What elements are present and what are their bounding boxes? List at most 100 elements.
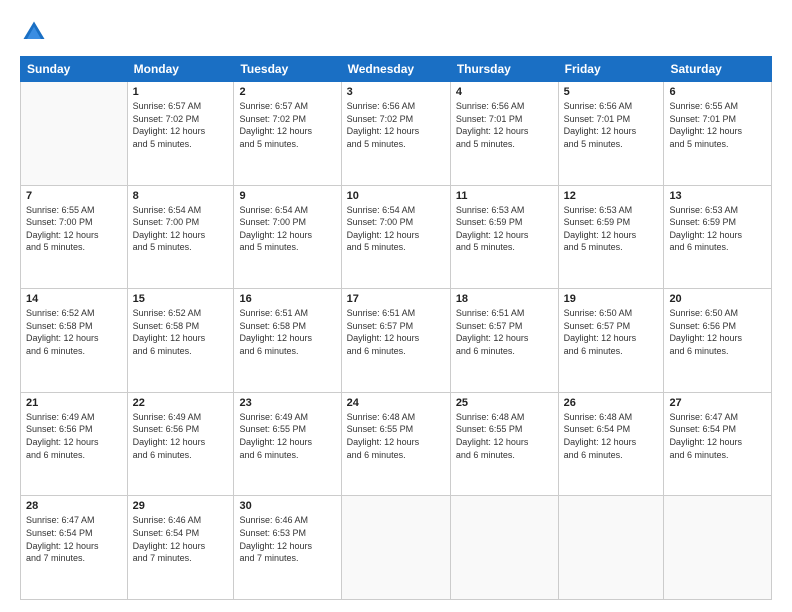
day-info: Sunrise: 6:47 AM Sunset: 6:54 PM Dayligh… — [26, 514, 122, 564]
day-info: Sunrise: 6:48 AM Sunset: 6:55 PM Dayligh… — [347, 411, 445, 461]
day-info: Sunrise: 6:49 AM Sunset: 6:56 PM Dayligh… — [26, 411, 122, 461]
calendar-cell: 20Sunrise: 6:50 AM Sunset: 6:56 PM Dayli… — [664, 289, 772, 393]
day-number: 17 — [347, 293, 445, 305]
calendar-cell: 5 Sunrise: 6:56 AM Sunset: 7:01 PM Daylig… — [558, 82, 664, 186]
day-info: Sunrise: 6:54 AM Sunset: 7:00 PM Dayligh… — [239, 204, 335, 254]
day-number: 7 — [26, 190, 122, 202]
calendar-cell: 9 Sunrise: 6:54 AM Sunset: 7:00 PM Daylig… — [234, 185, 341, 289]
day-number: 18 — [456, 293, 553, 305]
day-number: 15 — [133, 293, 229, 305]
calendar-cell: 28 Sunrise: 6:47 AM Sunset: 6:54 PM Dayli… — [21, 496, 128, 600]
day-number: 1 — [133, 86, 229, 98]
day-info: Sunrise: 6:53 AM Sunset: 6:59 PM Dayligh… — [456, 204, 553, 254]
calendar-cell: 13 Sunrise: 6:53 AM Sunset: 6:59 PM Dayli… — [664, 185, 772, 289]
logo-icon — [20, 18, 48, 46]
day-number: 30 — [239, 500, 335, 512]
week-row-2: 14 Sunrise: 6:52 AM Sunset: 6:58 PM Dayli… — [21, 289, 772, 393]
calendar-cell: 10 Sunrise: 6:54 AM Sunset: 7:00 PM Dayli… — [341, 185, 450, 289]
day-number: 26 — [564, 397, 659, 409]
day-number: 11 — [456, 190, 553, 202]
day-info: Sunrise: 6:47 AM Sunset: 6:54 PM Dayligh… — [669, 411, 766, 461]
day-number: 16 — [239, 293, 335, 305]
calendar-cell — [664, 496, 772, 600]
calendar-cell: 12 Sunrise: 6:53 AM Sunset: 6:59 PM Dayli… — [558, 185, 664, 289]
calendar-cell: 26 Sunrise: 6:48 AM Sunset: 6:54 PM Dayli… — [558, 392, 664, 496]
day-number: 9 — [239, 190, 335, 202]
day-info: Sunrise: 6:56 AM Sunset: 7:01 PM Dayligh… — [564, 100, 659, 150]
day-number: 4 — [456, 86, 553, 98]
day-info: Sunrise: 6:54 AM Sunset: 7:00 PM Dayligh… — [133, 204, 229, 254]
day-number: 6 — [669, 86, 766, 98]
calendar-cell: 19 Sunrise: 6:50 AM Sunset: 6:57 PM Dayli… — [558, 289, 664, 393]
day-info: Sunrise: 6:56 AM Sunset: 7:02 PM Dayligh… — [347, 100, 445, 150]
calendar-cell: 24 Sunrise: 6:48 AM Sunset: 6:55 PM Dayli… — [341, 392, 450, 496]
calendar-cell: 15Sunrise: 6:52 AM Sunset: 6:58 PM Dayli… — [127, 289, 234, 393]
calendar-cell: 11 Sunrise: 6:53 AM Sunset: 6:59 PM Dayli… — [450, 185, 558, 289]
calendar-cell: 2 Sunrise: 6:57 AM Sunset: 7:02 PM Daylig… — [234, 82, 341, 186]
day-info: Sunrise: 6:53 AM Sunset: 6:59 PM Dayligh… — [564, 204, 659, 254]
day-number: 23 — [239, 397, 335, 409]
week-row-4: 28 Sunrise: 6:47 AM Sunset: 6:54 PM Dayli… — [21, 496, 772, 600]
day-number: 12 — [564, 190, 659, 202]
day-number: 14 — [26, 293, 122, 305]
week-row-3: 21 Sunrise: 6:49 AM Sunset: 6:56 PM Dayli… — [21, 392, 772, 496]
day-info: Sunrise: 6:49 AM Sunset: 6:56 PM Dayligh… — [133, 411, 229, 461]
calendar-cell: 21 Sunrise: 6:49 AM Sunset: 6:56 PM Dayli… — [21, 392, 128, 496]
day-info: Sunrise: 6:48 AM Sunset: 6:54 PM Dayligh… — [564, 411, 659, 461]
day-number: 24 — [347, 397, 445, 409]
day-number: 3 — [347, 86, 445, 98]
header — [20, 18, 772, 46]
day-header-thursday: Thursday — [450, 57, 558, 82]
day-number: 8 — [133, 190, 229, 202]
calendar-cell: 14 Sunrise: 6:52 AM Sunset: 6:58 PM Dayli… — [21, 289, 128, 393]
day-info: Sunrise: 6:52 AM Sunset: 6:58 PM Dayligh… — [26, 307, 122, 357]
calendar-cell — [558, 496, 664, 600]
day-number: 19 — [564, 293, 659, 305]
day-info: Sunrise: 6:51 AM Sunset: 6:57 PM Dayligh… — [456, 307, 553, 357]
calendar-cell: 4 Sunrise: 6:56 AM Sunset: 7:01 PM Daylig… — [450, 82, 558, 186]
day-number: 27 — [669, 397, 766, 409]
calendar-cell: 16Sunrise: 6:51 AM Sunset: 6:58 PM Dayli… — [234, 289, 341, 393]
day-header-friday: Friday — [558, 57, 664, 82]
calendar-table: SundayMondayTuesdayWednesdayThursdayFrid… — [20, 56, 772, 600]
day-info: Sunrise: 6:57 AM Sunset: 7:02 PM Dayligh… — [133, 100, 229, 150]
day-header-saturday: Saturday — [664, 57, 772, 82]
calendar-cell: 3 Sunrise: 6:56 AM Sunset: 7:02 PM Daylig… — [341, 82, 450, 186]
day-info: Sunrise: 6:53 AM Sunset: 6:59 PM Dayligh… — [669, 204, 766, 254]
calendar-cell — [21, 82, 128, 186]
day-info: Sunrise: 6:46 AM Sunset: 6:54 PM Dayligh… — [133, 514, 229, 564]
day-info: Sunrise: 6:48 AM Sunset: 6:55 PM Dayligh… — [456, 411, 553, 461]
day-number: 28 — [26, 500, 122, 512]
day-info: Sunrise: 6:54 AM Sunset: 7:00 PM Dayligh… — [347, 204, 445, 254]
day-number: 29 — [133, 500, 229, 512]
page: SundayMondayTuesdayWednesdayThursdayFrid… — [0, 0, 792, 612]
day-number: 22 — [133, 397, 229, 409]
day-info: Sunrise: 6:51 AM Sunset: 6:57 PM Dayligh… — [347, 307, 445, 357]
calendar-cell: 8 Sunrise: 6:54 AM Sunset: 7:00 PM Daylig… — [127, 185, 234, 289]
week-row-0: 1 Sunrise: 6:57 AM Sunset: 7:02 PM Daylig… — [21, 82, 772, 186]
day-info: Sunrise: 6:55 AM Sunset: 7:01 PM Dayligh… — [669, 100, 766, 150]
calendar-cell: 18 Sunrise: 6:51 AM Sunset: 6:57 PM Dayli… — [450, 289, 558, 393]
day-info: Sunrise: 6:46 AM Sunset: 6:53 PM Dayligh… — [239, 514, 335, 564]
calendar-cell: 23 Sunrise: 6:49 AM Sunset: 6:55 PM Dayli… — [234, 392, 341, 496]
day-header-monday: Monday — [127, 57, 234, 82]
day-number: 10 — [347, 190, 445, 202]
day-info: Sunrise: 6:49 AM Sunset: 6:55 PM Dayligh… — [239, 411, 335, 461]
day-header-sunday: Sunday — [21, 57, 128, 82]
day-info: Sunrise: 6:50 AM Sunset: 6:56 PM Dayligh… — [669, 307, 766, 357]
calendar-cell — [450, 496, 558, 600]
calendar-cell: 1 Sunrise: 6:57 AM Sunset: 7:02 PM Daylig… — [127, 82, 234, 186]
day-info: Sunrise: 6:57 AM Sunset: 7:02 PM Dayligh… — [239, 100, 335, 150]
day-header-tuesday: Tuesday — [234, 57, 341, 82]
day-info: Sunrise: 6:55 AM Sunset: 7:00 PM Dayligh… — [26, 204, 122, 254]
day-info: Sunrise: 6:50 AM Sunset: 6:57 PM Dayligh… — [564, 307, 659, 357]
day-number: 2 — [239, 86, 335, 98]
day-number: 13 — [669, 190, 766, 202]
day-number: 21 — [26, 397, 122, 409]
week-row-1: 7 Sunrise: 6:55 AM Sunset: 7:00 PM Daylig… — [21, 185, 772, 289]
day-info: Sunrise: 6:56 AM Sunset: 7:01 PM Dayligh… — [456, 100, 553, 150]
calendar-cell: 6 Sunrise: 6:55 AM Sunset: 7:01 PM Daylig… — [664, 82, 772, 186]
day-number: 5 — [564, 86, 659, 98]
calendar-cell: 22 Sunrise: 6:49 AM Sunset: 6:56 PM Dayli… — [127, 392, 234, 496]
calendar-cell: 29 Sunrise: 6:46 AM Sunset: 6:54 PM Dayli… — [127, 496, 234, 600]
